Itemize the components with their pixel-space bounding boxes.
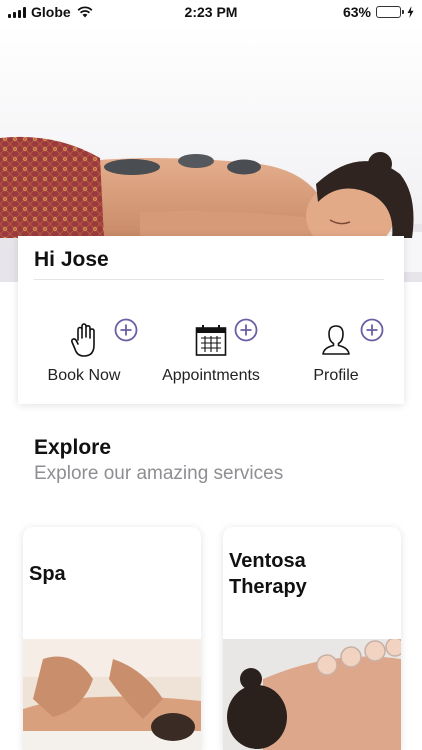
service-title-line1: Ventosa bbox=[229, 550, 306, 572]
add-booking-icon[interactable] bbox=[114, 318, 138, 342]
ventosa-image bbox=[223, 639, 401, 750]
status-bar: Globe 2:23 PM 63% bbox=[0, 0, 422, 24]
charging-bolt-icon bbox=[407, 6, 414, 18]
service-title: Spa bbox=[29, 563, 66, 585]
appointments-button[interactable]: Appointments bbox=[151, 318, 271, 388]
explore-subtitle: Explore our amazing services bbox=[34, 463, 284, 484]
battery-percent: 63% bbox=[342, 4, 371, 20]
service-title-line2: Therapy bbox=[229, 576, 307, 598]
service-card-spa[interactable]: Spa bbox=[23, 527, 201, 750]
greeting: Hi Jose bbox=[34, 248, 109, 271]
book-now-label: Book Now bbox=[47, 367, 121, 384]
spa-image bbox=[23, 639, 201, 750]
person-icon bbox=[322, 325, 350, 355]
add-appointment-icon[interactable] bbox=[234, 318, 258, 342]
explore-title: Explore bbox=[34, 436, 112, 459]
service-card-ventosa-therapy[interactable]: Ventosa Therapy bbox=[223, 527, 401, 750]
service-title: Ventosa Therapy bbox=[229, 548, 307, 600]
profile-button[interactable]: Profile bbox=[276, 318, 396, 388]
book-now-button[interactable]: Book Now bbox=[24, 318, 144, 388]
status-right: 63% bbox=[343, 4, 414, 20]
divider bbox=[34, 279, 384, 280]
calendar-icon bbox=[195, 325, 227, 356]
quick-actions-card: Hi Jose Book Now Appointments Profile bbox=[18, 236, 404, 404]
add-profile-icon[interactable] bbox=[360, 318, 384, 342]
battery-icon bbox=[376, 6, 404, 18]
profile-label: Profile bbox=[313, 367, 359, 384]
hand-icon bbox=[71, 323, 95, 357]
appointments-label: Appointments bbox=[162, 367, 260, 384]
